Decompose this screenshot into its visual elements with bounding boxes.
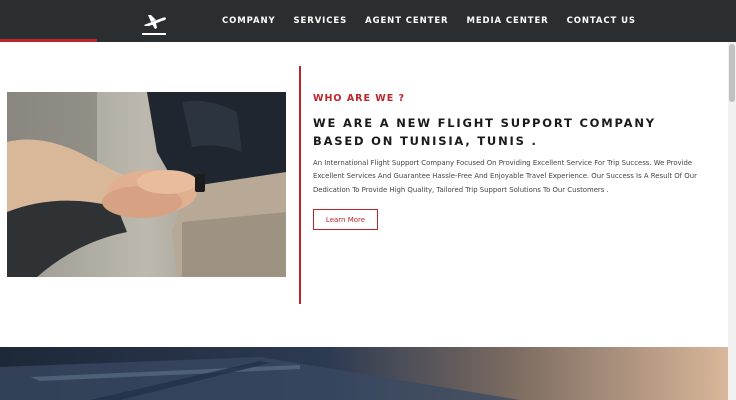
section-description: An International Flight Support Company … [313, 159, 697, 194]
airplane-wing-banner-image [0, 347, 728, 400]
scrollbar-thumb[interactable] [729, 44, 735, 102]
nav-contact-us[interactable]: CONTACT US [567, 16, 636, 26]
nav-agent-center[interactable]: AGENT CENTER [365, 16, 448, 26]
top-navbar: COMPANY SERVICES AGENT CENTER MEDIA CENT… [0, 0, 736, 42]
nav-services[interactable]: SERVICES [294, 16, 348, 26]
learn-more-button[interactable]: Learn More [313, 209, 378, 230]
section-headline: WE ARE A NEW FLIGHT SUPPORT COMPANY BASE… [313, 116, 656, 148]
nav-media-center[interactable]: MEDIA CENTER [466, 16, 548, 26]
active-nav-indicator [0, 39, 97, 42]
airplane-logo-icon[interactable] [140, 8, 168, 36]
section-eyebrow: WHO ARE WE ? [313, 93, 406, 104]
vertical-divider [299, 66, 301, 304]
main-nav: COMPANY SERVICES AGENT CENTER MEDIA CENT… [222, 0, 636, 42]
teamwork-hands-photo [7, 92, 286, 277]
nav-company[interactable]: COMPANY [222, 16, 276, 26]
